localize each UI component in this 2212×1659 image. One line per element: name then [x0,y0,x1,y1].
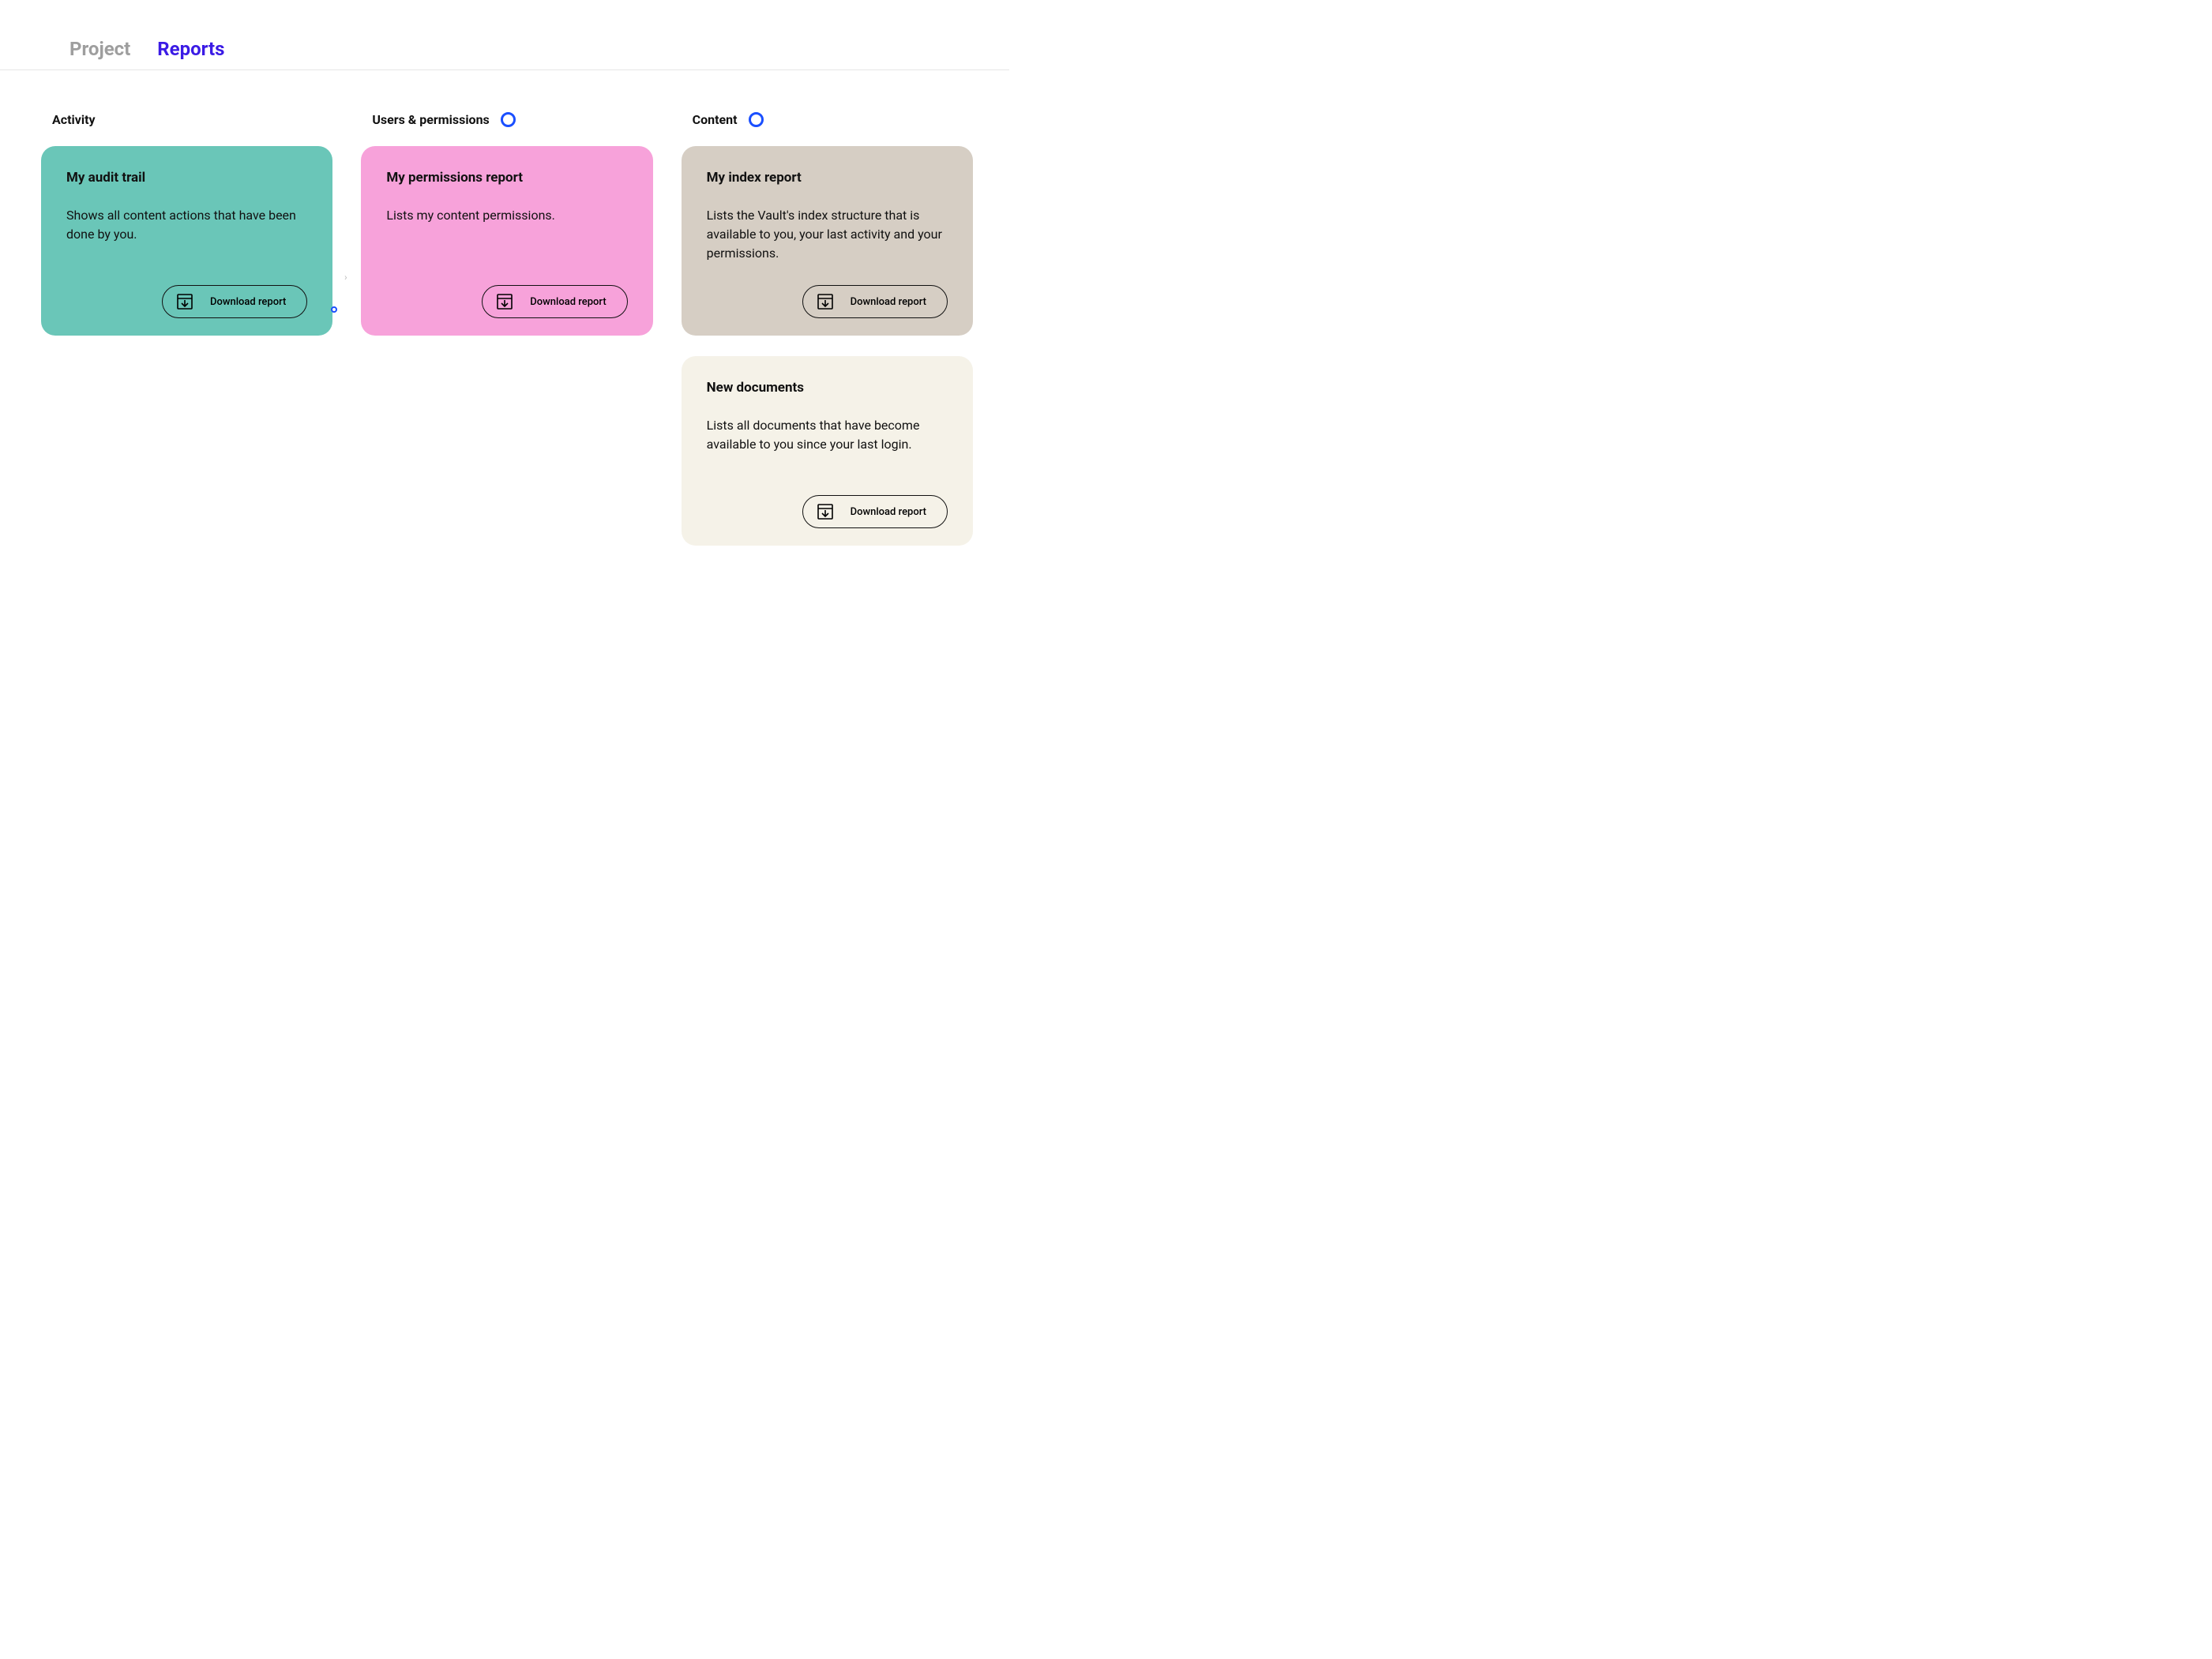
card-my-audit-trail: My audit trail Shows all content actions… [41,146,332,336]
selection-handle-icon [331,306,337,313]
card-title: My permissions report [386,170,627,186]
download-icon [175,292,194,311]
card-desc: Lists my content permissions. [386,206,627,266]
download-label: Download report [210,296,286,308]
download-icon [816,502,835,521]
column-users-permissions: Users & permissions My permissions repor… [361,110,652,336]
card-new-documents: New documents Lists all documents that h… [682,356,973,546]
card-my-permissions-report: My permissions report Lists my content p… [361,146,652,336]
card-desc: Lists the Vault's index structure that i… [707,206,948,266]
column-title-content: Content [693,112,738,127]
tab-reports[interactable]: Reports [157,38,224,60]
tab-bar: Project Reports [0,0,1009,70]
column-activity: Activity My audit trail Shows all conten… [41,110,332,336]
download-label: Download report [851,506,926,518]
column-content: Content My index report Lists the Vault'… [682,110,973,546]
download-label: Download report [851,296,926,308]
download-permissions-button[interactable]: Download report [482,285,627,318]
card-title: My audit trail [66,170,307,186]
download-label: Download report [530,296,606,308]
download-audit-trail-button[interactable]: Download report [162,285,307,318]
radio-icon[interactable] [501,112,516,127]
column-title-users: Users & permissions [372,112,489,127]
card-desc: Shows all content actions that have been… [66,206,307,266]
card-title: My index report [707,170,948,186]
radio-icon[interactable] [749,112,764,127]
download-icon [816,292,835,311]
column-title-activity: Activity [52,112,96,127]
chevron-right-icon: › [344,272,347,283]
card-desc: Lists all documents that have become ava… [707,416,948,476]
download-icon [495,292,514,311]
download-index-button[interactable]: Download report [802,285,948,318]
download-new-documents-button[interactable]: Download report [802,495,948,528]
card-my-index-report: My index report Lists the Vault's index … [682,146,973,336]
card-title: New documents [707,380,948,396]
tab-project[interactable]: Project [69,38,130,60]
